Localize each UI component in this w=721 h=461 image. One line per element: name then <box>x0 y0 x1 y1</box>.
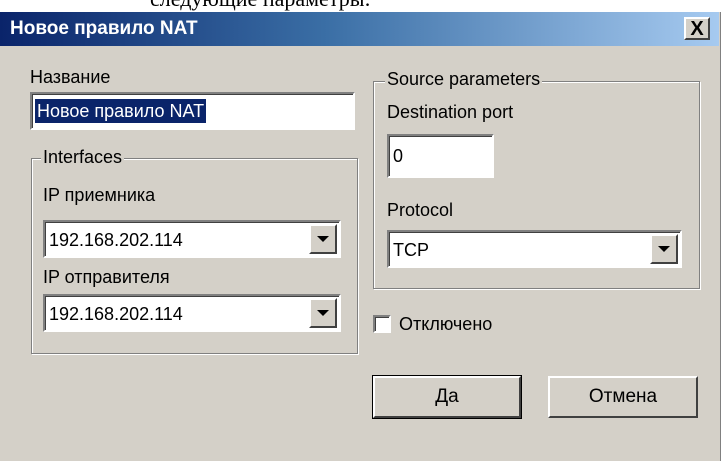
receiver-ip-dropdown-button[interactable] <box>309 224 337 254</box>
receiver-ip-select[interactable]: 192.168.202.114 <box>43 220 341 258</box>
protocol-label: Protocol <box>387 200 454 220</box>
sender-ip-dropdown-button[interactable] <box>309 298 337 328</box>
document-text-fragment: следующие параметры: <box>0 0 721 12</box>
chevron-down-icon <box>658 246 670 252</box>
title-bar[interactable]: Новое правило NAT X <box>0 12 719 46</box>
source-parameters-legend: Source parameters <box>385 69 543 90</box>
name-input-value: Новое правило NAT <box>35 99 207 123</box>
sender-ip-value: 192.168.202.114 <box>49 304 183 324</box>
name-input[interactable]: Новое правило NAT <box>30 92 355 130</box>
protocol-value: TCP <box>393 240 429 260</box>
document-text: следующие параметры: <box>150 0 371 12</box>
sender-ip-label: IP отправителя <box>43 267 170 287</box>
cancel-button[interactable]: Отмена <box>548 376 698 418</box>
disabled-label[interactable]: Отключено <box>399 314 492 335</box>
name-label: Название <box>30 67 111 87</box>
close-button[interactable]: X <box>684 17 710 40</box>
ok-button[interactable]: Да <box>372 375 522 419</box>
destination-port-input[interactable]: 0 <box>387 134 494 178</box>
interfaces-group-legend: Interfaces <box>41 147 125 168</box>
receiver-ip-label: IP приемника <box>43 185 156 205</box>
protocol-dropdown-button[interactable] <box>650 234 678 264</box>
close-icon: X <box>690 17 704 40</box>
destination-port-label: Destination port <box>387 102 514 122</box>
chevron-down-icon <box>317 310 329 316</box>
protocol-select[interactable]: TCP <box>387 230 682 268</box>
sender-ip-select[interactable]: 192.168.202.114 <box>43 294 341 332</box>
receiver-ip-value: 192.168.202.114 <box>49 230 183 250</box>
dialog-title: Новое правило NAT <box>10 18 198 39</box>
disabled-checkbox[interactable] <box>373 315 391 333</box>
nat-rule-dialog: Новое правило NAT X Название Новое прави… <box>0 12 721 461</box>
destination-port-value: 0 <box>393 146 404 166</box>
chevron-down-icon <box>317 236 329 242</box>
